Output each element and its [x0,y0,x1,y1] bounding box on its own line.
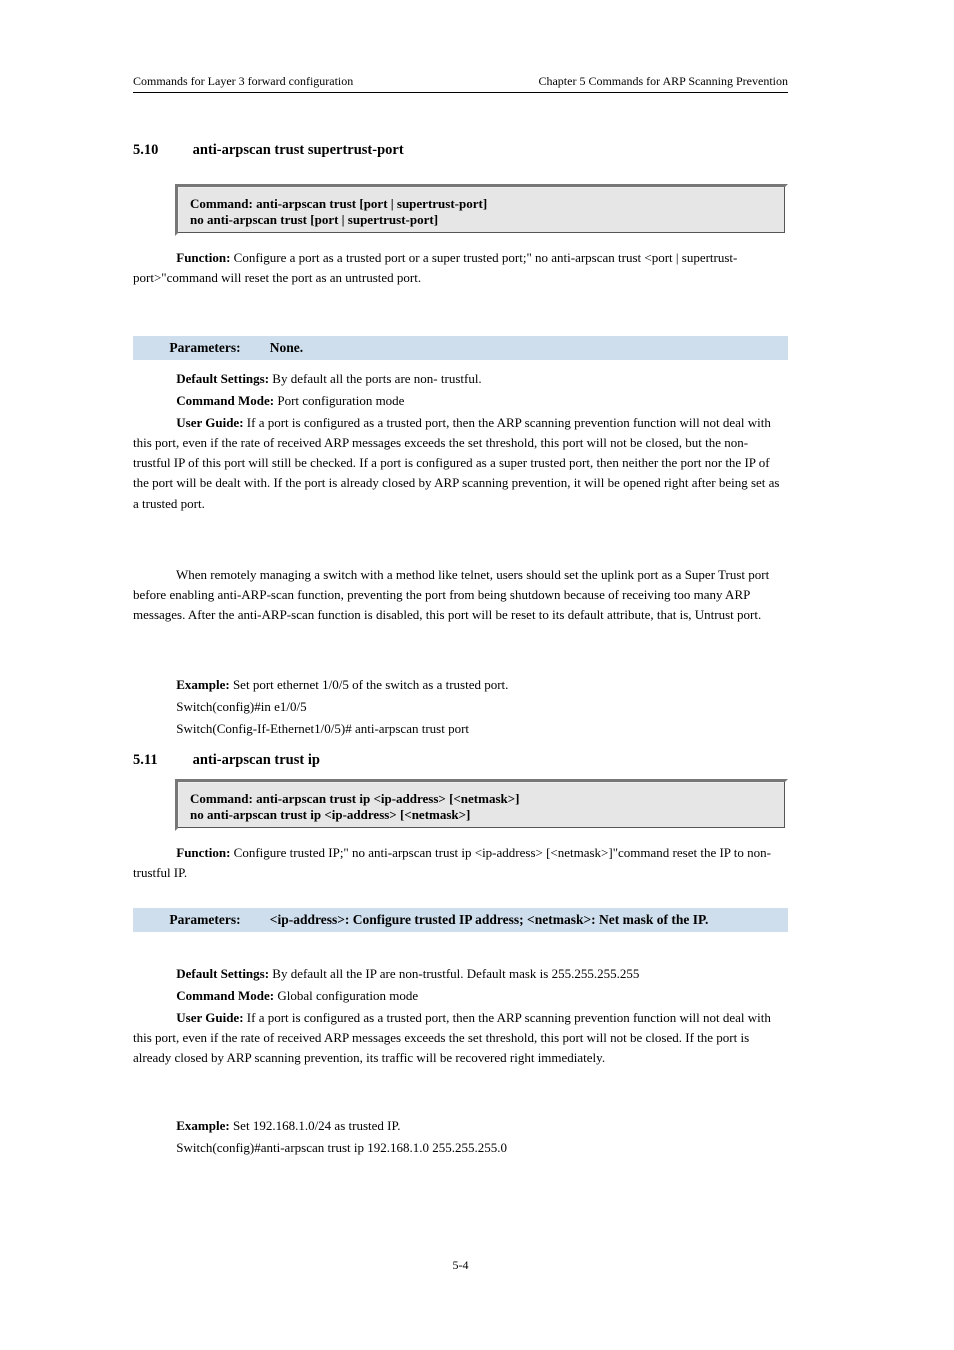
example-row: Example: Set port ethernet 1/0/5 of the … [133,675,788,695]
command-mode-row-2: Command Mode: Global configuration mode [133,986,788,1006]
header-rule [133,92,788,93]
example-cmd-2: Switch(Config-If-Ethernet1/0/5)# anti-ar… [176,721,469,736]
user-guide-row: User Guide: If a port is configured as a… [133,413,788,514]
example-cmd-1: Switch(config)#in e1/0/5 [176,699,306,714]
section-heading-5-11: 5.11 anti-arpscan trust ip [133,752,788,769]
parameters-label: Parameters: [166,336,266,360]
section-number: 5.11 [133,752,189,769]
parameters-value: <ip-address>: Configure trusted IP addre… [270,912,709,927]
page-number: 5-4 [133,1258,788,1273]
example-label: Example: [176,677,229,692]
parameters-band: Parameters: None. [133,336,788,360]
example-cmd: Switch(config)#anti-arpscan trust ip 192… [176,1140,507,1155]
default-settings-text: By default all the ports are non- trustf… [272,371,481,386]
example-text: Set port ethernet 1/0/5 of the switch as… [233,677,508,692]
command-box: Command: anti-arpscan trust ip <ip-addre… [175,779,788,831]
example-line-1: Switch(config)#in e1/0/5 [133,697,788,717]
dhcp-note: When remotely managing a switch with a m… [133,565,788,625]
function-label: Function: [176,845,230,860]
parameters-value: None. [270,340,303,355]
dhcp-note-text: When remotely managing a switch with a m… [133,567,769,622]
function-row-2: Function: Configure trusted IP;" no anti… [133,843,788,883]
user-guide-label: User Guide: [176,1010,243,1025]
default-settings-label: Default Settings: [176,966,269,981]
default-settings-text: By default all the IP are non-trustful. … [272,966,639,981]
function-row: Function: Configure a port as a trusted … [133,248,788,288]
command-mode-row: Command Mode: Port configuration mode [133,391,788,411]
section-title: anti-arpscan trust ip [193,752,320,768]
command-box: Command: anti-arpscan trust [port | supe… [175,184,788,236]
function-label: Function: [176,250,230,265]
parameters-label: Parameters: [166,908,266,932]
page-number-value: 5-4 [453,1258,469,1272]
page: Commands for Layer 3 forward configurati… [0,0,954,1350]
command-mode-label: Command Mode: [176,393,274,408]
example-line-2: Switch(Config-If-Ethernet1/0/5)# anti-ar… [133,719,788,739]
section-title: anti-arpscan trust supertrust-port [193,142,404,158]
default-settings-row-2: Default Settings: By default all the IP … [133,964,788,984]
parameters-band-2: Parameters: <ip-address>: Configure trus… [133,908,788,932]
example-text: Set 192.168.1.0/24 as trusted IP. [233,1118,401,1133]
user-guide-label: User Guide: [176,415,243,430]
command-mode-label: Command Mode: [176,988,274,1003]
command-text: Command: anti-arpscan trust [port | supe… [190,196,773,228]
command-text: Command: anti-arpscan trust ip <ip-addre… [190,791,773,823]
header-right: Chapter 5 Commands for ARP Scanning Prev… [538,74,788,89]
default-settings-row: Default Settings: By default all the por… [133,369,788,389]
section-heading-5-10: 5.10 anti-arpscan trust supertrust-port [133,142,788,159]
section-number: 5.10 [133,142,189,159]
user-guide-row-2: User Guide: If a port is configured as a… [133,1008,788,1068]
example-label: Example: [176,1118,229,1133]
page-header: Commands for Layer 3 forward configurati… [133,74,788,89]
default-settings-label: Default Settings: [176,371,269,386]
command-mode-text: Global configuration mode [277,988,418,1003]
command-mode-text: Port configuration mode [277,393,404,408]
example-line-2-1: Switch(config)#anti-arpscan trust ip 192… [133,1138,788,1158]
header-left: Commands for Layer 3 forward configurati… [133,74,353,89]
example-row-2: Example: Set 192.168.1.0/24 as trusted I… [133,1116,788,1136]
